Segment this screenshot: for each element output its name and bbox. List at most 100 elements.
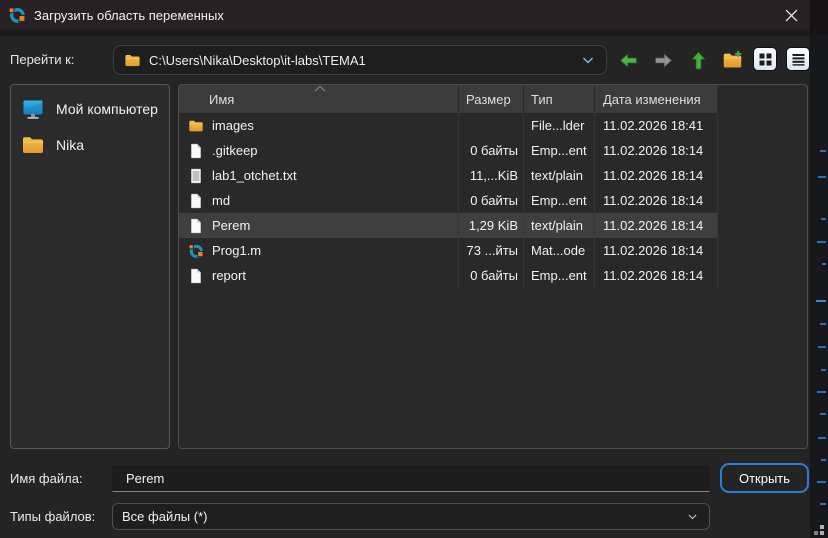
background-window-strip bbox=[810, 0, 828, 538]
table-row[interactable]: md 0 байты Emp...ent 11.02.2026 18:14 bbox=[179, 188, 807, 213]
file-name: Perem bbox=[212, 218, 250, 233]
row-filler bbox=[718, 113, 807, 138]
open-button-label: Открыть bbox=[739, 471, 790, 486]
icon-view-button[interactable] bbox=[753, 47, 777, 71]
sidebar-item[interactable]: Мой компьютер bbox=[11, 91, 169, 127]
file-type-icon bbox=[188, 193, 204, 209]
file-date-modified: 11.02.2026 18:14 bbox=[595, 263, 718, 288]
column-header-size[interactable]: Размер bbox=[459, 85, 524, 113]
file-mime-type: text/plain bbox=[524, 163, 595, 188]
file-name-cell: Perem bbox=[179, 213, 459, 238]
filename-label: Имя файла: bbox=[10, 471, 83, 486]
table-row[interactable]: lab1_otchet.txt 11,...KiB text/plain 11.… bbox=[179, 163, 807, 188]
new-folder-icon bbox=[722, 50, 743, 71]
resize-grip[interactable] bbox=[811, 522, 825, 536]
row-filler bbox=[718, 163, 807, 188]
file-date-modified: 11.02.2026 18:14 bbox=[595, 163, 718, 188]
toolbar: Перейти к: C:\Users\Nika\Desktop\it-labs… bbox=[0, 44, 810, 76]
path-combobox[interactable]: C:\Users\Nika\Desktop\it-labs\TEMA1 bbox=[113, 45, 607, 75]
back-button[interactable] bbox=[615, 47, 641, 73]
file-name-cell: Prog1.m bbox=[179, 238, 459, 263]
forward-button[interactable] bbox=[650, 47, 676, 73]
list-view-button[interactable] bbox=[786, 47, 810, 71]
file-name: md bbox=[212, 193, 230, 208]
file-table: Имя Размер Тип Дата изменения images Fil… bbox=[178, 84, 808, 449]
places-sidebar: Мой компьютер Nika bbox=[10, 84, 170, 449]
file-mime-type: text/plain bbox=[524, 213, 595, 238]
row-filler bbox=[718, 213, 807, 238]
file-name: .gitkeep bbox=[212, 143, 258, 158]
sidebar-item-icon bbox=[21, 97, 45, 121]
file-mime-type: Emp...ent bbox=[524, 263, 595, 288]
sidebar-item[interactable]: Nika bbox=[11, 127, 169, 163]
file-dialog: Загрузить область переменных Перейти к: … bbox=[0, 0, 810, 538]
file-type-icon bbox=[188, 268, 204, 284]
file-date-modified: 11.02.2026 18:14 bbox=[595, 188, 718, 213]
up-button[interactable] bbox=[685, 47, 711, 73]
icon-view-icon bbox=[758, 52, 773, 67]
titlebar-separator bbox=[0, 30, 810, 36]
file-type-icon bbox=[188, 243, 204, 259]
file-name-cell: images bbox=[179, 113, 459, 138]
background-titlebar-fragment bbox=[810, 0, 828, 34]
column-header-label: Размер bbox=[466, 92, 511, 107]
filetype-combobox[interactable]: Все файлы (*) bbox=[112, 503, 710, 530]
screen: Загрузить область переменных Перейти к: … bbox=[0, 0, 828, 538]
chevron-down-icon bbox=[686, 510, 699, 523]
sidebar-item-label: Мой компьютер bbox=[56, 101, 158, 117]
column-header-date[interactable]: Дата изменения bbox=[595, 85, 718, 113]
filetype-label: Типы файлов: bbox=[10, 509, 95, 524]
table-header: Имя Размер Тип Дата изменения bbox=[179, 85, 807, 113]
file-size: 1,29 KiB bbox=[459, 213, 524, 238]
new-folder-button[interactable] bbox=[719, 47, 745, 73]
file-size bbox=[459, 113, 524, 138]
current-path: C:\Users\Nika\Desktop\it-labs\TEMA1 bbox=[149, 53, 574, 68]
titlebar[interactable]: Загрузить область переменных bbox=[0, 0, 810, 30]
file-type-icon bbox=[188, 118, 204, 134]
row-filler bbox=[718, 138, 807, 163]
goto-label: Перейти к: bbox=[10, 52, 74, 67]
up-icon bbox=[688, 50, 709, 71]
close-button[interactable] bbox=[774, 0, 808, 30]
chevron-down-icon bbox=[580, 52, 596, 68]
table-row[interactable]: Perem 1,29 KiB text/plain 11.02.2026 18:… bbox=[179, 213, 807, 238]
file-name-cell: lab1_otchet.txt bbox=[179, 163, 459, 188]
column-header-type[interactable]: Тип bbox=[524, 85, 595, 113]
sort-ascending-icon bbox=[313, 85, 327, 92]
column-header-label: Тип bbox=[531, 92, 553, 107]
file-size: 0 байты bbox=[459, 263, 524, 288]
file-mime-type: File...lder bbox=[524, 113, 595, 138]
file-name: Prog1.m bbox=[212, 243, 261, 258]
table-row[interactable]: Prog1.m 73 ...йты Mat...ode 11.02.2026 1… bbox=[179, 238, 807, 263]
file-type-icon bbox=[188, 168, 204, 184]
dialog-title: Загрузить область переменных bbox=[34, 8, 224, 23]
column-header-label: Имя bbox=[209, 92, 234, 107]
list-view-icon bbox=[791, 52, 806, 67]
table-row[interactable]: .gitkeep 0 байты Emp...ent 11.02.2026 18… bbox=[179, 138, 807, 163]
file-size: 11,...KiB bbox=[459, 163, 524, 188]
close-icon bbox=[785, 9, 798, 22]
file-mime-type: Emp...ent bbox=[524, 188, 595, 213]
open-button[interactable]: Открыть bbox=[720, 463, 809, 493]
file-date-modified: 11.02.2026 18:14 bbox=[595, 213, 718, 238]
table-row[interactable]: images File...lder 11.02.2026 18:41 bbox=[179, 113, 807, 138]
column-header-label: Дата изменения bbox=[603, 92, 701, 107]
file-mime-type: Mat...ode bbox=[524, 238, 595, 263]
file-name-cell: .gitkeep bbox=[179, 138, 459, 163]
table-row[interactable]: report 0 байты Emp...ent 11.02.2026 18:1… bbox=[179, 263, 807, 288]
filename-input[interactable] bbox=[112, 465, 710, 492]
file-size: 73 ...йты bbox=[459, 238, 524, 263]
file-name-cell: md bbox=[179, 188, 459, 213]
file-date-modified: 11.02.2026 18:41 bbox=[595, 113, 718, 138]
file-name-cell: report bbox=[179, 263, 459, 288]
sidebar-item-icon bbox=[21, 133, 45, 157]
file-table-rows: images File...lder 11.02.2026 18:41 .git… bbox=[179, 113, 807, 288]
row-filler bbox=[718, 238, 807, 263]
forward-icon bbox=[653, 50, 674, 71]
file-type-icon bbox=[188, 218, 204, 234]
column-header-filler bbox=[718, 85, 807, 113]
file-name: report bbox=[212, 268, 246, 283]
file-date-modified: 11.02.2026 18:14 bbox=[595, 138, 718, 163]
octave-logo-icon bbox=[8, 6, 26, 24]
file-size: 0 байты bbox=[459, 138, 524, 163]
